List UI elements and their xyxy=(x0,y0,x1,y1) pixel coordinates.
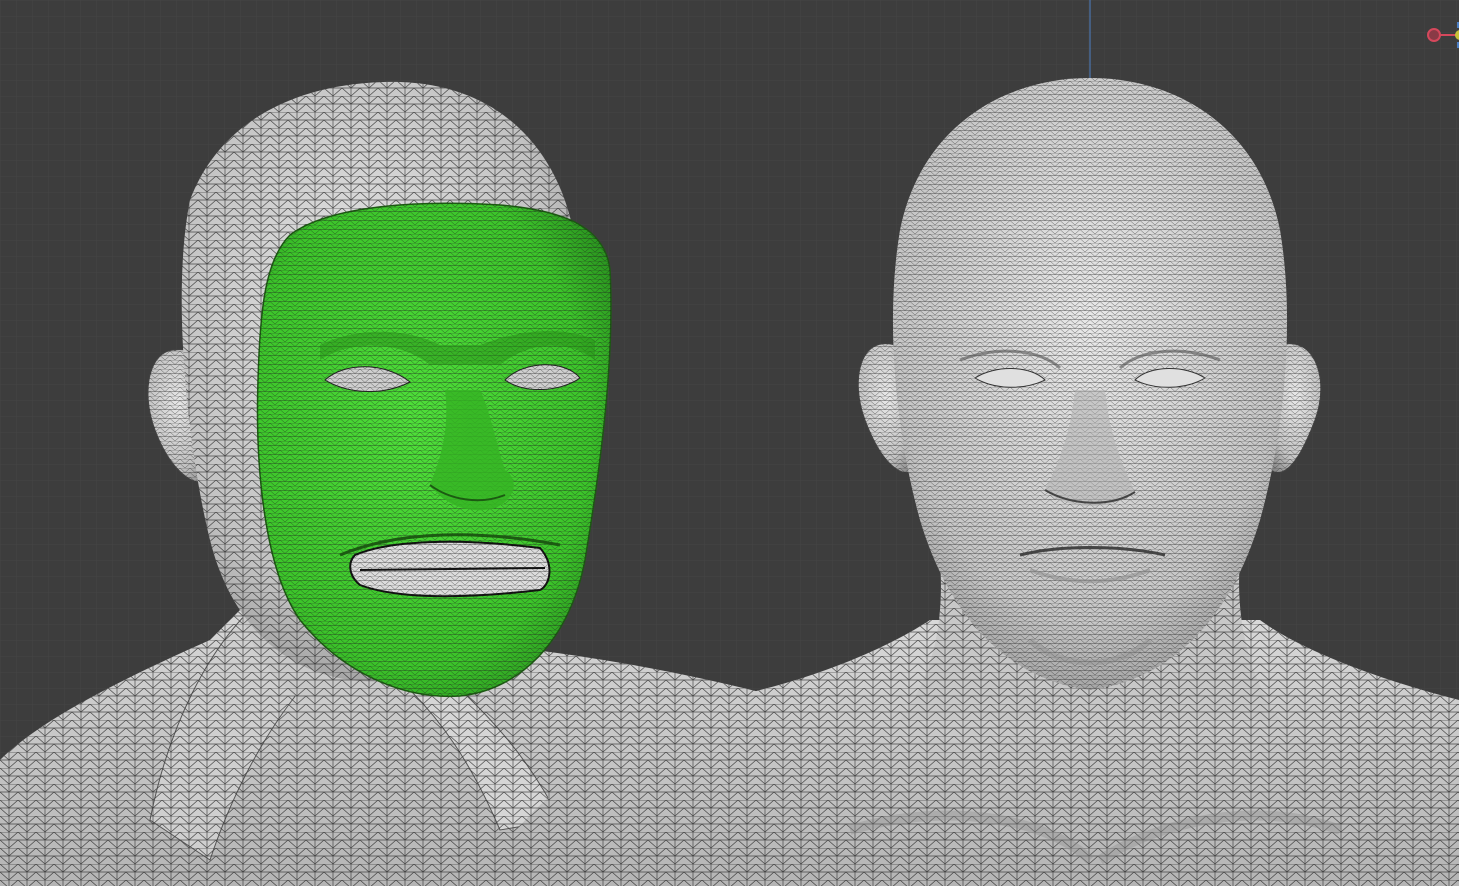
gizmo-x-handle-icon[interactable] xyxy=(1427,28,1441,42)
gizmo-y-handle-icon[interactable] xyxy=(1455,30,1459,40)
viewport-canvas[interactable] xyxy=(0,0,1459,886)
3d-viewport[interactable] xyxy=(0,0,1459,886)
face-mask[interactable] xyxy=(256,202,612,698)
navigation-gizmo-icon[interactable] xyxy=(1420,22,1459,48)
